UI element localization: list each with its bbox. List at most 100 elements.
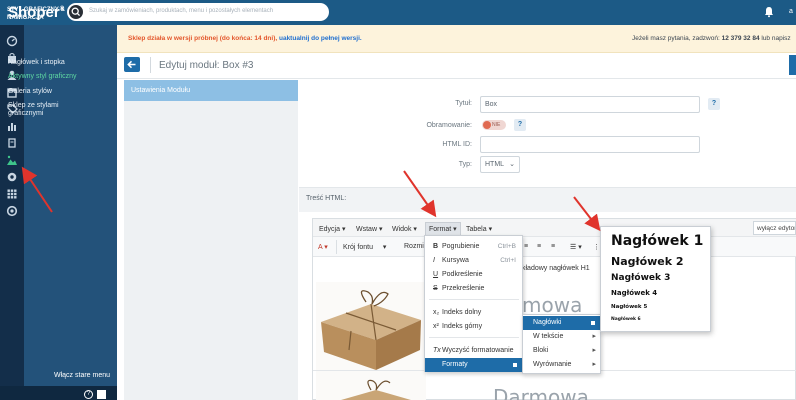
title-input[interactable]: Box (480, 96, 700, 113)
trial-banner: Sklep działa w wersji próbnej (do końca:… (117, 25, 796, 53)
gift-box-image-1 (316, 282, 426, 372)
lifebuoy-icon[interactable] (6, 205, 18, 217)
search-input[interactable]: Szukaj w zamówieniach, produktach, menu … (89, 8, 273, 14)
submenu-blocks[interactable]: Bloki ▸ (523, 344, 600, 358)
header-rule (117, 78, 796, 79)
image-icon[interactable] (6, 154, 18, 166)
align-center-icon[interactable]: ≡ (524, 243, 528, 250)
heading-3-option[interactable]: Nagłówek 3 (611, 273, 670, 283)
toolbar-divider (336, 240, 337, 254)
headings-submenu: Nagłówek 1 Nagłówek 2 Nagłówek 3 Nagłówe… (600, 226, 711, 332)
format-subscript[interactable]: x₂ Indeks dolny (425, 306, 522, 320)
trial-warning: Sklep działa w wersji próbnej (do końca:… (128, 35, 362, 42)
format-dropdown: B Pogrubienie Ctrl+B I Kursywa Ctrl+I U Podkr… (424, 235, 523, 372)
header-divider (150, 57, 151, 73)
global-search[interactable]: Szukaj w zamówieniach, produktach, menu … (67, 3, 329, 21)
tab-module-settings-label: Ustawienia Modułu (131, 87, 191, 94)
format-strikethrough[interactable]: S Przekreślenie (425, 282, 522, 296)
page-title: Edytuj moduł: Box #3 (159, 60, 254, 71)
rail-footer (0, 386, 24, 400)
nav-item-style-gallery[interactable]: Galeria stylów (8, 88, 90, 96)
disable-editor-button[interactable]: wyłącz edytor (753, 221, 796, 235)
title-help-icon[interactable]: ? (708, 98, 720, 110)
promo-heading-2: Darmowa (493, 385, 589, 400)
back-button[interactable] (124, 57, 140, 72)
html-content-label: Treść HTML: (306, 195, 347, 202)
nav-item-style-shop[interactable]: Sklep ze stylami graficznymi (8, 102, 90, 118)
formats-submenu: Nagłówki W tekście ▸ Bloki ▸ Wyrównanie ▸ (522, 314, 601, 374)
font-family-select[interactable]: Krój fontu ▾ (343, 243, 386, 251)
gift-box-image-2 (316, 372, 426, 400)
html-id-input[interactable] (480, 136, 700, 153)
submenu-alignment[interactable]: Wyrównanie ▸ (523, 358, 600, 372)
align-justify-icon[interactable]: ≡ (551, 243, 555, 250)
clear-format-icon: Tx (433, 347, 441, 354)
submenu-headings[interactable]: Nagłówki (523, 316, 600, 330)
chevron-down-icon: ⌄ (509, 161, 515, 168)
apps-icon[interactable] (6, 188, 18, 200)
heading-4-option[interactable]: Nagłówek 4 (611, 289, 657, 297)
format-bold[interactable]: B Pogrubienie Ctrl+B (425, 240, 522, 254)
numbered-list-icon[interactable]: ⋮ (593, 243, 600, 251)
save-button[interactable] (789, 55, 796, 75)
menu-divider (429, 299, 519, 300)
help-icon[interactable]: ? (84, 390, 93, 399)
user-menu[interactable]: a (789, 8, 793, 15)
html-content-section (299, 187, 796, 212)
font-size-select[interactable]: Rozmi (404, 243, 424, 250)
chevron-right-icon: ▸ (592, 361, 596, 368)
upgrade-link[interactable]: uaktualnij do pełnej wersji. (279, 35, 362, 42)
submenu-arrow-icon (513, 363, 517, 367)
html-id-label: HTML ID: (442, 141, 472, 148)
bold-icon: B (433, 243, 439, 250)
nav-section-title: STYL GRAFICZNY & NAWIGACJA (7, 7, 65, 21)
strikethrough-icon: S (433, 285, 438, 292)
keyboard-icon[interactable] (97, 390, 106, 399)
heading-5-option[interactable]: Nagłówek 5 (611, 304, 647, 310)
section-nav (24, 25, 117, 400)
submenu-arrow-icon (591, 321, 595, 325)
menu-tabela[interactable]: Tabela ▾ (466, 225, 492, 233)
menu-divider (429, 337, 519, 338)
superscript-icon: x² (433, 323, 439, 330)
menu-format[interactable]: Format ▾ (425, 222, 461, 236)
format-italic[interactable]: I Kursywa Ctrl+I (425, 254, 522, 268)
format-formats[interactable]: Formaty (425, 358, 522, 372)
chevron-right-icon: ▸ (592, 333, 596, 340)
type-select[interactable]: HTML ⌄ (480, 156, 520, 173)
chevron-right-icon: ▸ (592, 347, 596, 354)
pages-icon[interactable] (6, 137, 18, 149)
align-right-icon[interactable]: ≡ (537, 243, 541, 250)
notifications-bell-icon[interactable] (764, 6, 774, 18)
heading-6-option[interactable]: Nagłówek 6 (611, 317, 641, 322)
nav-item-active-style[interactable]: Aktywny styl graficzny (8, 73, 90, 81)
format-clear[interactable]: Tx Wyczyść formatowanie (425, 344, 522, 358)
heading-2-option[interactable]: Nagłówek 2 (611, 255, 684, 268)
settings-icon[interactable] (6, 171, 18, 183)
underline-icon: U (433, 271, 439, 278)
nav-item-header-footer[interactable]: Nagłówek i stopka (8, 59, 90, 67)
menu-edycja[interactable]: Edycja ▾ (319, 225, 345, 233)
type-label: Typ: (458, 161, 472, 168)
heading-1-option[interactable]: Nagłówek 1 (611, 233, 703, 249)
bullet-list-icon[interactable]: ☰ ▾ (570, 243, 582, 251)
italic-icon: I (433, 257, 435, 264)
format-underline[interactable]: U Podkreślenie (425, 268, 522, 282)
contact-info: Jeżeli masz pytania, zadzwoń: 12 379 32 … (632, 35, 791, 42)
settings-tab-column (124, 80, 298, 400)
format-superscript[interactable]: x² Indeks górny (425, 320, 522, 334)
border-toggle-knob (483, 121, 491, 129)
border-help-icon[interactable]: ? (514, 119, 526, 131)
editor-menubar (313, 219, 796, 237)
submenu-inline[interactable]: W tekście ▸ (523, 330, 600, 344)
icon-rail (0, 25, 24, 400)
subscript-icon: x₂ (433, 309, 440, 316)
border-toggle-state: NIE (492, 122, 501, 128)
dashboard-icon[interactable] (6, 35, 18, 47)
enable-old-menu-link[interactable]: Włącz stare menu (54, 372, 110, 379)
title-label: Tytuł: (455, 100, 472, 107)
menu-widok[interactable]: Widok ▾ (392, 225, 417, 233)
chart-icon[interactable] (6, 120, 18, 132)
text-color-icon[interactable]: A ▾ (318, 243, 328, 251)
menu-wstaw[interactable]: Wstaw ▾ (356, 225, 382, 233)
